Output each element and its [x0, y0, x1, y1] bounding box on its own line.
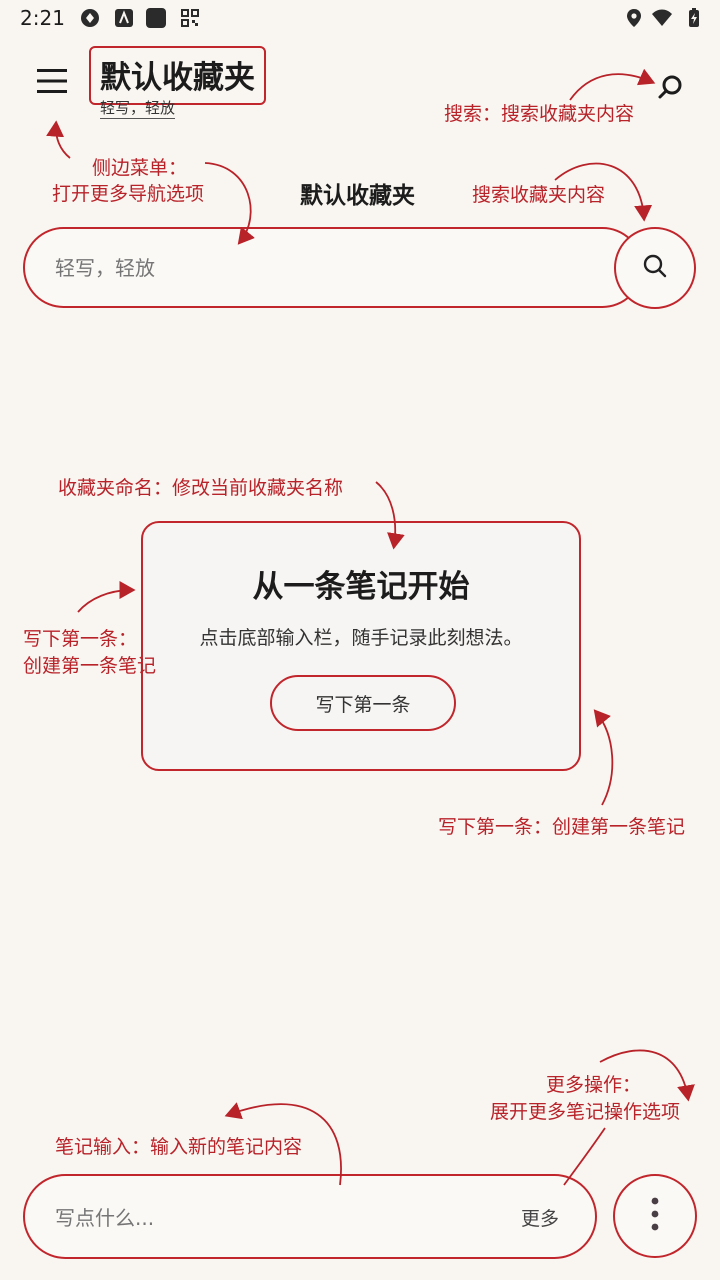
annotation-write-right: 写下第一条：创建第一条笔记 [438, 816, 686, 838]
search-bar-annotation-arrow [204, 162, 255, 245]
write-right-annotation-arrow [593, 709, 614, 806]
menu-annotation-arrow [46, 120, 71, 159]
annotation-rename: 收藏夹命名：修改当前收藏夹名称 [58, 477, 344, 499]
annotation-more-desc: 展开更多笔记操作选项 [490, 1101, 681, 1123]
annotation-search-mid: 搜索收藏夹内容 [472, 184, 606, 206]
more-pointer-line [563, 1127, 606, 1186]
annotation-note-input: 笔记输入：输入新的笔记内容 [55, 1136, 303, 1158]
annotation-more-title: 更多操作： [546, 1074, 642, 1096]
rename-annotation-arrow [375, 481, 405, 550]
annotation-menu-title: 侧边菜单： [92, 157, 188, 179]
search-top-annotation-arrow [569, 68, 656, 101]
annotation-search-top: 搜索：搜索收藏夹内容 [444, 103, 635, 125]
write-left-annotation-arrow [77, 581, 136, 613]
annotation-menu-desc: 打开更多导航选项 [52, 183, 205, 205]
annotation-write-left-title: 写下第一条： [23, 628, 138, 650]
annotation-write-left-desc: 创建第一条笔记 [23, 655, 157, 677]
